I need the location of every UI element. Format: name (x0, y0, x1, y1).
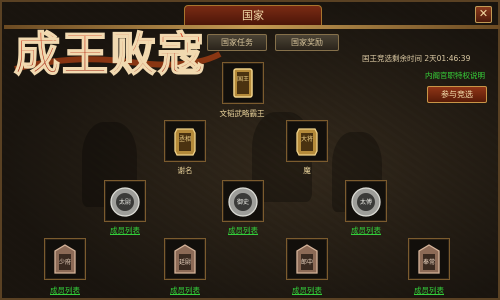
king-slot[interactable]: 国王 (222, 62, 264, 104)
chancellor-name: 谢名 (177, 166, 193, 175)
king-name: 文韬武略霸王 (219, 109, 265, 118)
svg-text:太傅: 太傅 (360, 198, 372, 206)
tingwei-member-list-link[interactable]: 成员列表 (155, 285, 215, 296)
fengchang-member-list-link[interactable]: 成员列表 (399, 285, 459, 296)
taifu-token-icon: 太傅 (351, 187, 381, 217)
langzhong-member-list-link[interactable]: 成员列表 (277, 285, 337, 296)
svg-text:郎中: 郎中 (301, 258, 313, 266)
svg-text:廷尉: 廷尉 (179, 258, 191, 266)
taiwei-token-icon: 太尉 (110, 187, 140, 217)
svg-text:丞相: 丞相 (179, 135, 191, 143)
minister-slot-general[interactable]: 大将 (286, 120, 328, 162)
svg-text:奉常: 奉常 (423, 258, 435, 266)
svg-text:大将: 大将 (301, 135, 313, 143)
taifu-member-list-link[interactable]: 成员列表 (336, 225, 396, 236)
close-button[interactable]: ✕ (475, 6, 492, 23)
banner-text: 成王败寇 (14, 27, 206, 81)
taiwei-member-list-link[interactable]: 成员列表 (95, 225, 155, 236)
svg-text:国王: 国王 (237, 76, 249, 83)
shaofu-member-list-link[interactable]: 成员列表 (35, 285, 95, 296)
junior-slot-tingwei[interactable]: 廷尉 (164, 238, 206, 280)
official-slot-taiwei[interactable]: 太尉 (104, 180, 146, 222)
minister-slot-chancellor[interactable]: 丞相 (164, 120, 206, 162)
tingwei-token-icon: 廷尉 (174, 244, 196, 274)
general-name: 魔 (303, 166, 311, 175)
junior-slot-langzhong[interactable]: 郎中 (286, 238, 328, 280)
tab-country-rewards[interactable]: 国家奖励 (275, 34, 339, 51)
banner-logo: 成王败寇 (13, 26, 222, 82)
official-slot-taifu[interactable]: 太傅 (345, 180, 387, 222)
yushi-member-list-link[interactable]: 成员列表 (213, 225, 273, 236)
junior-slot-shaofu[interactable]: 少府 (44, 238, 86, 280)
chancellor-token-icon: 丞相 (174, 128, 196, 156)
langzhong-token-icon: 郎中 (296, 244, 318, 274)
country-window: 国家 ✕ 国家任务 国家奖励 成王败寇 国王竞选剩余时间 2天01:46:39 … (0, 0, 500, 300)
election-countdown: 国王竞选剩余时间 2天01:46:39 (362, 54, 471, 63)
join-election-button[interactable]: 参与竞选 (427, 86, 487, 103)
official-slot-yushi[interactable]: 御史 (222, 180, 264, 222)
yushi-token-icon: 御史 (228, 187, 258, 217)
fengchang-token-icon: 奉常 (418, 244, 440, 274)
junior-slot-fengchang[interactable]: 奉常 (408, 238, 450, 280)
svg-text:太尉: 太尉 (119, 198, 131, 206)
svg-text:御史: 御史 (237, 198, 249, 206)
svg-text:少府: 少府 (59, 258, 71, 266)
privilege-link[interactable]: 内阁官职特权说明 (425, 70, 485, 81)
king-token-icon: 国王 (233, 68, 253, 98)
general-token-icon: 大将 (296, 128, 318, 156)
shaofu-token-icon: 少府 (54, 244, 76, 274)
